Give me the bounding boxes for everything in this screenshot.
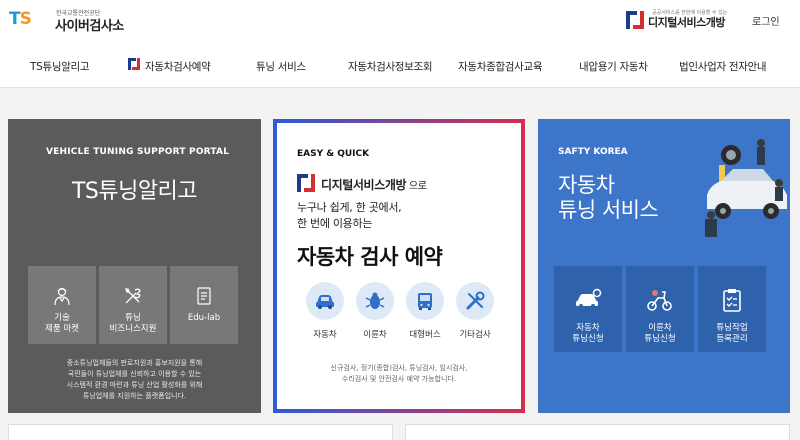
nav-item-pressure-vehicle[interactable]: 내압용기 자동차 — [579, 59, 648, 74]
clipboard-icon — [718, 288, 746, 312]
digital-service-icon — [128, 58, 140, 70]
digital-service-logo-icon — [626, 11, 644, 29]
vehicle-type-label: 이륜차 — [363, 330, 387, 340]
site-title[interactable]: 사이버검사소 — [55, 15, 124, 34]
car-repair-illustration-icon — [701, 133, 789, 243]
tile-business-support[interactable]: 튜닝 비즈니스지원 — [99, 266, 167, 344]
card-title: 자동차 검사 예약 — [297, 245, 443, 269]
login-link[interactable]: 로그인 — [752, 13, 780, 28]
nav-item-ts-tuning[interactable]: TS튜닝알리고 — [30, 59, 90, 74]
tile-tuning-work-register[interactable]: 튜닝작업 등록관리 — [698, 266, 766, 352]
tuning-service-card[interactable]: SAFTY KOREA 자동차 튜닝 서비스 자동차 튜닝신청 이륜차 튜닝신청 — [538, 119, 790, 413]
digital-service-logo-icon — [297, 174, 315, 192]
vehicle-type-group: 자동차 이륜차 대형버스 기타검사 — [306, 282, 496, 340]
digital-service-link[interactable]: 디지털서비스개방 — [648, 14, 725, 30]
vehicle-type-other[interactable] — [456, 282, 494, 320]
vehicle-type-bus[interactable] — [406, 282, 444, 320]
tile-tech-market[interactable]: 기술 제품 마켓 — [28, 266, 96, 344]
vehicle-type-label: 자동차 — [313, 330, 337, 340]
tools-icon — [123, 286, 143, 306]
tile-label: 이륜차 튜닝신청 — [644, 323, 676, 344]
tile-group: 기술 제품 마켓 튜닝 비즈니스지원 Edu-lab — [28, 266, 238, 344]
card-kicker: EASY & QUICK — [297, 149, 370, 159]
tile-label: 튜닝작업 등록관리 — [716, 323, 748, 344]
tile-edu-lab[interactable]: Edu-lab — [170, 266, 238, 344]
card-title: 자동차 튜닝 서비스 — [558, 173, 659, 222]
vehicle-type-label: 대형버스 — [409, 330, 441, 340]
nav-item-corporate-notice[interactable]: 법인사업자 전자안내 — [679, 59, 767, 74]
tile-label: 자동차 튜닝신청 — [572, 323, 604, 344]
card-kicker: SAFTY KOREA — [558, 147, 628, 157]
digital-service-brand: 디지털서비스개방 으로 — [321, 178, 427, 192]
ts-logo[interactable]: TS — [9, 9, 32, 29]
vehicle-type-motorcycle[interactable] — [356, 282, 394, 320]
card-note: 신규검사, 정기(종합)검사, 튜닝검사, 임시검사, 수리검사 및 안전검사 … — [330, 364, 468, 383]
nav-item-inspection-booking[interactable]: 자동차검사예약 — [145, 59, 211, 74]
card-kicker: VEHICLE TUNING SUPPORT PORTAL — [46, 147, 230, 157]
document-icon — [194, 286, 214, 306]
nav-item-inspection-education[interactable]: 자동차종합검사교육 — [458, 59, 543, 74]
card-tagline: 누구나 쉽게, 한 곳에서, 한 번에 이용하는 — [297, 201, 402, 230]
bus-icon — [418, 293, 432, 310]
car-gear-icon — [574, 288, 602, 312]
tile-motorcycle-tuning-apply[interactable]: 이륜차 튜닝신청 — [626, 266, 694, 352]
tile-group: 자동차 튜닝신청 이륜차 튜닝신청 튜닝작업 등록관리 — [554, 266, 774, 352]
nav-item-inspection-info[interactable]: 자동차검사정보조회 — [348, 59, 433, 74]
tile-label: Edu-lab — [187, 313, 221, 323]
site-header: TS 한국교통안전공단 사이버검사소 공공서비스를 한번에 이용할 수 있는 디… — [0, 0, 800, 88]
bug-icon — [365, 292, 385, 309]
main-nav: TS튜닝알리고 자동차검사예약 튜닝 서비스 자동차검사정보조회 자동차종합검사… — [0, 50, 800, 84]
tile-label: 기술 제품 마켓 — [45, 313, 79, 334]
wrench-icon — [466, 291, 485, 310]
inspection-booking-card[interactable]: EASY & QUICK 디지털서비스개방 으로 누구나 쉽게, 한 곳에서, … — [273, 119, 525, 413]
vehicle-type-label: 기타검사 — [459, 330, 491, 340]
bottom-panel-left — [8, 424, 393, 440]
mechanic-icon — [52, 286, 72, 306]
vehicle-type-car[interactable] — [306, 282, 344, 320]
nav-item-tuning-service[interactable]: 튜닝 서비스 — [256, 59, 306, 74]
tile-label: 튜닝 비즈니스지원 — [109, 313, 157, 334]
scooter-icon — [646, 288, 674, 312]
card-title: TS튜닝알리고 — [71, 179, 198, 204]
card-description: 중소튜닝업체들의 판로지원과 홍보지원을 통해 국민들이 튜닝업체를 신뢰하고 … — [66, 359, 203, 400]
tuning-portal-card[interactable]: VEHICLE TUNING SUPPORT PORTAL TS튜닝알리고 기술… — [8, 119, 261, 413]
car-icon — [316, 295, 334, 309]
bottom-panel-right — [405, 424, 790, 440]
tile-car-tuning-apply[interactable]: 자동차 튜닝신청 — [554, 266, 622, 352]
